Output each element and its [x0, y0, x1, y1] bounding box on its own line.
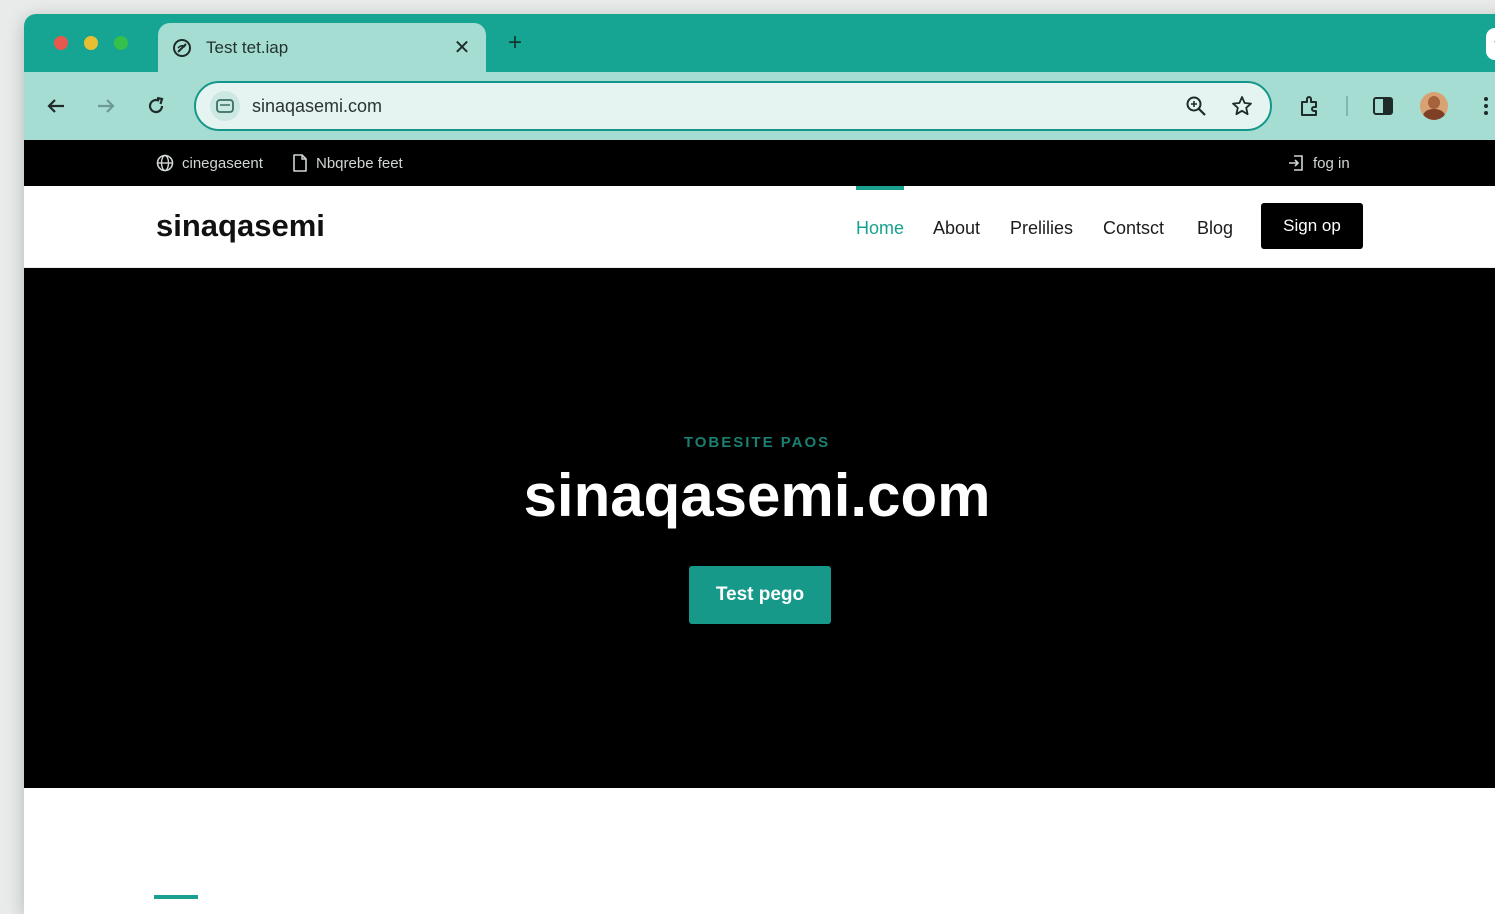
- site-info-icon[interactable]: [210, 91, 240, 121]
- login-icon: [1289, 155, 1303, 171]
- hero-title: sinaqasemi.com: [523, 462, 991, 529]
- document-icon: [293, 154, 307, 172]
- hero-cta-button[interactable]: Test pego: [689, 566, 831, 624]
- arrow-left-icon: [47, 99, 64, 113]
- nav-link-blog[interactable]: Blog: [1197, 218, 1233, 239]
- address-bar[interactable]: sinaqasemi.com: [194, 81, 1272, 131]
- new-tab-button[interactable]: +: [502, 31, 528, 57]
- extensions-icon[interactable]: [1294, 90, 1326, 122]
- nav-link-home[interactable]: Home: [856, 218, 904, 239]
- reload-button[interactable]: [142, 92, 170, 120]
- side-panel-icon[interactable]: [1367, 90, 1399, 122]
- arrow-right-icon: [98, 99, 115, 113]
- topbar-item-label: Nbqrebe feet: [316, 154, 403, 172]
- more-menu-icon[interactable]: [1470, 90, 1495, 122]
- login-label: fog in: [1313, 154, 1350, 172]
- close-window-button[interactable]: [54, 36, 68, 50]
- forward-button[interactable]: [92, 92, 120, 120]
- site-topbar: cinegaseent Nbqrebe feet fog in: [24, 140, 1495, 186]
- hero-eyebrow: TOBESITE PAOS: [683, 434, 831, 451]
- zoom-icon[interactable]: [1182, 92, 1210, 120]
- reload-icon: [148, 96, 164, 114]
- close-icon[interactable]: ✕: [452, 38, 472, 58]
- section-accent-bar: [154, 895, 198, 899]
- toolbar-divider: [1346, 96, 1348, 116]
- nav-link-contact[interactable]: Contsct: [1103, 218, 1164, 239]
- login-link[interactable]: fog in: [1287, 154, 1350, 172]
- active-nav-indicator: [856, 186, 904, 190]
- minimize-window-button[interactable]: [84, 36, 98, 50]
- web-content: cinegaseent Nbqrebe feet fog in sinaqase…: [24, 140, 1495, 914]
- site-navbar: sinaqasemi Home About Prelilies Contsct …: [24, 186, 1495, 268]
- nav-link-about[interactable]: About: [933, 218, 980, 239]
- site-logo[interactable]: sinaqasemi: [156, 208, 325, 244]
- browser-window: Test tet.iap ✕ + sinaqasemi.com cinegase…: [24, 14, 1495, 914]
- hero-section: TOBESITE PAOS sinaqasemi.com Test pego: [24, 268, 1495, 788]
- browser-tab[interactable]: Test tet.iap ✕: [158, 23, 486, 72]
- url-text[interactable]: sinaqasemi.com: [252, 96, 1164, 117]
- back-button[interactable]: [42, 92, 70, 120]
- browser-toolbar: sinaqasemi.com: [24, 72, 1495, 140]
- tab-search-button[interactable]: [1486, 28, 1495, 60]
- nav-link-profiles[interactable]: Prelilies: [1010, 218, 1073, 239]
- signup-button[interactable]: Sign op: [1261, 203, 1363, 249]
- tab-strip: Test tet.iap ✕ +: [24, 14, 1495, 72]
- bookmark-star-icon[interactable]: [1228, 92, 1256, 120]
- topbar-item-label: cinegaseent: [182, 154, 263, 172]
- topbar-item-site[interactable]: cinegaseent: [156, 154, 263, 172]
- globe-icon: [172, 38, 192, 58]
- tab-title: Test tet.iap: [206, 37, 289, 57]
- maximize-window-button[interactable]: [114, 36, 128, 50]
- globe-icon: [156, 154, 174, 172]
- topbar-item-text[interactable]: Nbqrebe feet: [292, 154, 403, 172]
- profile-avatar[interactable]: [1420, 92, 1448, 120]
